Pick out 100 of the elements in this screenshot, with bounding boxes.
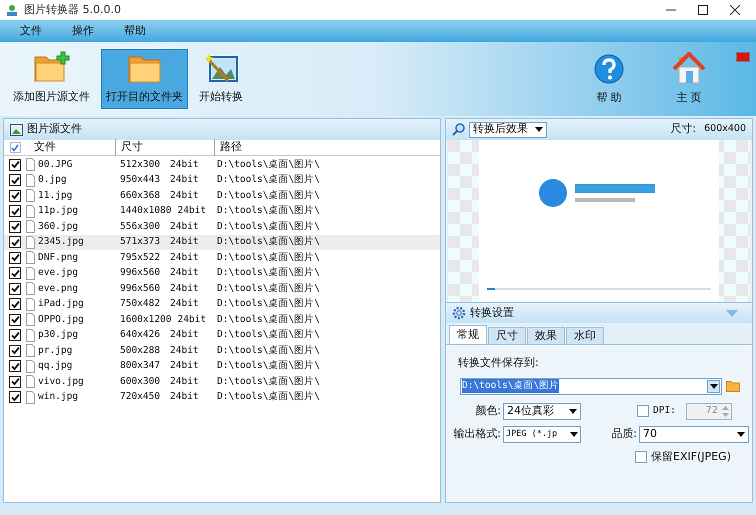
image-size: 1600x1200 [119,312,172,327]
menu-item[interactable]: 操作 [72,22,94,40]
settings-icon [452,306,466,320]
caret-icon [569,408,577,414]
file-path: D:\tools\桌面\图片\ [217,220,320,234]
file-row[interactable]: p30.jpg 640x426 24bit D:\tools\桌面\图片\ [4,328,440,343]
column-header[interactable]: 尺寸 [116,139,215,156]
column-header[interactable]: 路径 [215,139,440,156]
file-name: 11p.jpg [37,204,80,218]
exif-checkbox[interactable] [635,450,647,463]
tab[interactable]: 水印 [566,327,604,344]
close-icon[interactable] [730,5,740,15]
file-row[interactable]: pr.jpg 500x288 24bit D:\tools\桌面\图片\ [4,343,440,358]
checkbox[interactable] [9,267,21,280]
file-icon [26,328,35,342]
tab[interactable]: 效果 [527,327,565,344]
toolbar-button[interactable]: 添加图片源文件 [8,49,95,109]
menu-item[interactable]: 文件 [20,22,42,40]
folder-icon[interactable] [726,380,740,392]
checkbox[interactable] [9,344,21,357]
checkbox[interactable] [9,298,21,310]
toolbar-button[interactable]: 开始转换 [194,49,248,109]
checkbox[interactable] [9,236,21,248]
image-size: 1440x1080 [119,204,172,218]
file-row[interactable]: vivo.jpg 600x300 24bit D:\tools\桌面\图片\ [4,374,440,390]
checkbox[interactable] [9,360,21,372]
file-row[interactable]: 0.jpg 950x443 24bit D:\tools\桌面\图片\ [4,172,440,188]
file-row[interactable]: 360.jpg 556x300 24bit D:\tools\桌面\图片\ [4,219,440,234]
dpi-label: DPI: [653,404,676,418]
checkbox[interactable] [9,329,21,342]
bit-depth: 24bit [170,158,199,172]
image-size: 500x288 [119,344,160,358]
toolbar-button[interactable]: 主 页 [672,52,706,106]
file-row[interactable]: 00.JPG 512x300 24bit D:\tools\桌面\图片\ [4,157,440,172]
menu-item[interactable]: 帮助 [124,22,146,40]
image-size: 800x347 [119,359,160,374]
folder-plus-icon [34,50,70,82]
file-row[interactable]: eve.jpg 996x560 24bit D:\tools\桌面\图片\ [4,266,440,281]
bit-depth: 24bit [170,250,199,265]
maximize-icon[interactable] [698,5,708,15]
format-dropdown[interactable]: JPEG (*.jp [503,426,581,442]
help-icon [594,54,624,84]
image-size: 996x560 [119,282,160,296]
app-icon [6,4,18,16]
select-all-checkbox[interactable] [10,142,20,153]
file-path: D:\tools\桌面\图片\ [217,235,320,250]
bit-depth: 24bit [170,374,199,389]
file-name: eve.jpg [37,266,80,280]
field-label: 输出格式: [452,426,501,442]
checkbox[interactable] [9,190,21,202]
tab[interactable]: 尺寸 [488,327,526,344]
image-size: 571x373 [119,235,160,250]
toolbar-button[interactable]: 打开目的文件夹 [101,49,188,109]
file-row[interactable]: qq.jpg 800x347 24bit D:\tools\桌面\图片\ [4,358,440,374]
file-row[interactable]: OPPO.jpg 1600x1200 24bit D:\tools\桌面\图片\ [4,312,440,328]
file-row[interactable]: eve.png 996x560 24bit D:\tools\桌面\图片\ [4,281,440,296]
file-row[interactable]: 11p.jpg 1440x1080 24bit D:\tools\桌面\图片\ [4,204,440,219]
quality-dropdown[interactable]: 70 [639,426,749,442]
file-row[interactable]: win.jpg 720x450 24bit D:\tools\桌面\图片\ [4,390,440,405]
file-name: 11.jpg [37,188,74,203]
bit-depth: 24bit [170,359,199,374]
size-label: 尺寸: [670,121,696,138]
save-path-combobox[interactable]: D:\tools\桌面\图片 [460,378,722,394]
checkbox[interactable] [9,376,21,388]
file-icon [26,204,35,218]
checkbox[interactable] [9,314,21,326]
size-value: 600x400 [704,122,746,136]
color-dropdown[interactable]: 24位真彩 [503,402,581,420]
exif-label: 保留EXIF(JPEG) [651,448,731,464]
home-icon [672,52,706,84]
file-name: vivo.jpg [37,374,85,389]
file-row[interactable]: 11.jpg 660x368 24bit D:\tools\桌面\图片\ [4,188,440,204]
bit-depth: 24bit [177,312,206,327]
file-path: D:\tools\桌面\图片\ [217,158,320,172]
file-name: qq.jpg [37,359,74,374]
checkbox[interactable] [9,282,21,295]
image-size: 640x426 [119,328,160,342]
tab[interactable]: 常规 [449,325,487,344]
caret-icon [535,127,543,132]
checkbox[interactable] [9,391,21,404]
column-header[interactable]: 文件 [26,139,116,156]
checkbox[interactable] [9,205,21,218]
file-row[interactable]: 2345.jpg 571x373 24bit D:\tools\桌面\图片\ [4,234,440,250]
file-name: DNF.png [37,250,80,265]
bit-depth: 24bit [170,220,199,234]
file-row[interactable]: DNF.png 795x522 24bit D:\tools\桌面\图片\ [4,250,440,266]
checkbox[interactable] [9,252,21,264]
image-size: 795x522 [119,250,160,265]
file-row[interactable]: iPad.jpg 750x482 24bit D:\tools\桌面\图片\ [4,296,440,312]
preview-mode-dropdown[interactable]: 转换后效果 [469,122,547,138]
bit-depth: 24bit [170,390,199,404]
checkbox[interactable] [9,220,21,233]
toolbar-button[interactable]: 帮 助 [594,54,624,106]
file-name: 360.jpg [37,220,80,234]
checkbox[interactable] [9,158,21,171]
file-icon [26,174,35,187]
file-icon [26,298,35,311]
checkbox[interactable] [9,174,21,186]
picture-icon [10,124,23,136]
image-size: 720x450 [119,390,160,404]
